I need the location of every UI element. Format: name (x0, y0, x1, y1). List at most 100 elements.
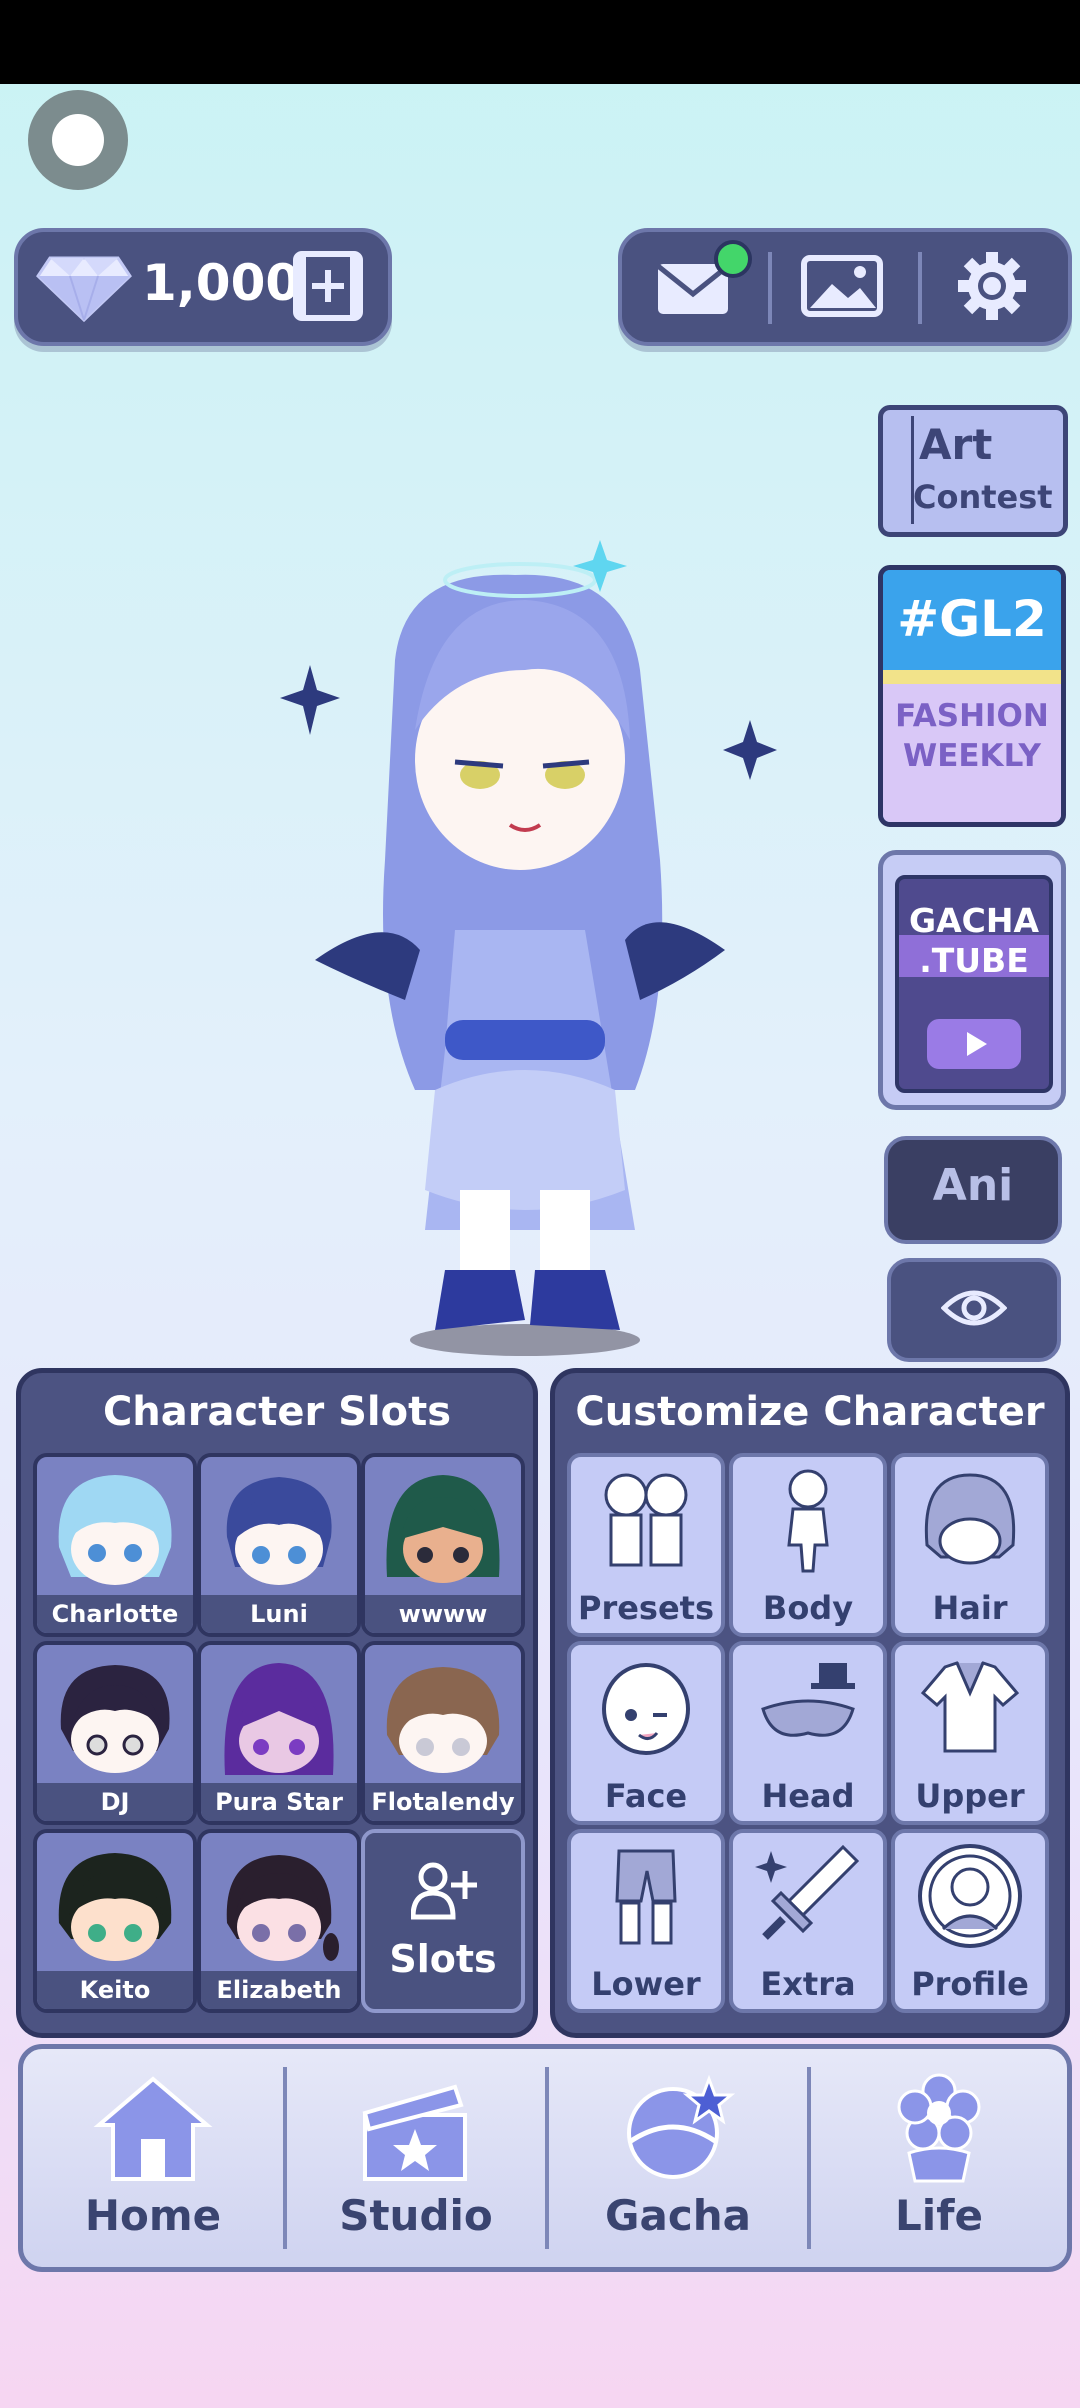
fashion-label: FASHION (895, 698, 1049, 734)
add-slots-button[interactable]: Slots (361, 1829, 525, 2013)
customize-hair-button[interactable]: Hair (891, 1453, 1049, 1637)
top-right-menu (618, 228, 1072, 346)
play-icon (927, 1019, 1021, 1069)
gl2-tag: #GL2 (897, 590, 1047, 648)
gallery-icon[interactable] (798, 250, 886, 322)
customize-lower-button[interactable]: Lower (567, 1829, 725, 2013)
status-bar (0, 0, 1080, 84)
fashion-weekly-button[interactable]: #GL2 FASHION WEEKLY (878, 565, 1066, 827)
character-avatar (58, 1853, 172, 1961)
home-icon (93, 2076, 213, 2181)
presets-icon (604, 1473, 688, 1567)
customize-title: Customize Character (575, 1389, 1045, 1435)
character-slots-title: Character Slots (102, 1389, 452, 1435)
sword-icon (755, 1844, 860, 1940)
pants-icon (615, 1849, 677, 1945)
divider (918, 252, 922, 324)
head-label: Head (761, 1777, 855, 1815)
eye-toggle-button[interactable] (887, 1258, 1061, 1362)
nav-life[interactable]: Life (811, 2049, 1067, 2267)
ani-label: Ani (932, 1160, 1014, 1211)
customize-character-panel: Customize Character Presets Body Hair Fa… (550, 1368, 1070, 2038)
add-video-icon[interactable] (292, 250, 364, 322)
art-contest-label-1: Art (919, 420, 993, 469)
nav-studio[interactable]: Studio (287, 2049, 545, 2267)
character-avatar (58, 1475, 172, 1585)
art-contest-label-2: Contest (913, 478, 1053, 516)
nav-home[interactable]: Home (23, 2049, 283, 2267)
slot-name: Luni (201, 1595, 357, 1633)
art-contest-button[interactable]: Art Contest (878, 405, 1068, 537)
slot-name: Flotalendy (365, 1783, 521, 1821)
shirt-icon (920, 1661, 1020, 1753)
ani-button[interactable]: Ani (884, 1136, 1062, 1244)
character-preview[interactable] (255, 530, 795, 1360)
character-slot[interactable]: Keito (33, 1829, 197, 2013)
gacha-label: GACHA (908, 901, 1039, 940)
nav-gacha[interactable]: Gacha (549, 2049, 807, 2267)
customize-extra-button[interactable]: Extra (729, 1829, 887, 2013)
slot-name: wwww (365, 1595, 521, 1633)
notebook-spine (889, 416, 914, 524)
card-stripe (883, 670, 1061, 684)
profile-label: Profile (911, 1965, 1029, 2003)
head-accessory-icon (761, 1663, 855, 1737)
slot-name: Charlotte (37, 1595, 193, 1633)
customize-head-button[interactable]: Head (729, 1641, 887, 1825)
profile-icon (918, 1844, 1022, 1948)
presets-label: Presets (577, 1589, 715, 1627)
body-icon (787, 1469, 829, 1573)
character-slots-panel: Character Slots Charlotte Luni wwww DJ P… (16, 1368, 538, 2038)
gem-amount: 1,000 (142, 254, 301, 312)
tube-label: .TUBE (919, 941, 1029, 980)
divider (768, 252, 772, 324)
notification-dot (714, 240, 752, 278)
character-avatar (226, 1855, 339, 1961)
character-slot[interactable]: Pura Star (197, 1641, 361, 1825)
upper-label: Upper (915, 1777, 1025, 1815)
phone-screen: GACHA .TUBE (895, 875, 1053, 1093)
character-avatar (386, 1667, 500, 1773)
eye-icon (941, 1290, 1007, 1326)
slot-name: Keito (37, 1971, 193, 2009)
clapperboard-icon (362, 2084, 467, 2181)
slot-name: Elizabeth (201, 1971, 357, 2009)
character-slot[interactable]: Elizabeth (197, 1829, 361, 2013)
add-person-icon (411, 1862, 477, 1920)
character-avatar (226, 1477, 332, 1585)
character-slot[interactable]: Charlotte (33, 1453, 197, 1637)
extra-label: Extra (760, 1965, 856, 2003)
flower-icon (897, 2073, 981, 2183)
weekly-label: WEEKLY (903, 738, 1041, 774)
character-avatar (224, 1663, 334, 1775)
hair-icon (924, 1473, 1016, 1565)
slot-name: Pura Star (201, 1783, 357, 1821)
character-slot[interactable]: Luni (197, 1453, 361, 1637)
add-slots-label: Slots (389, 1937, 497, 1981)
face-icon (602, 1663, 690, 1755)
customize-profile-button[interactable]: Profile (891, 1829, 1049, 2013)
studio-label: Studio (339, 2191, 493, 2240)
slot-name: DJ Phantom (37, 1783, 193, 1821)
gacha-capsule-icon (627, 2074, 736, 2179)
gacha-label: Gacha (605, 2191, 751, 2240)
customize-presets-button[interactable]: Presets (567, 1453, 725, 1637)
diamond-icon (36, 256, 132, 323)
screen-record-button[interactable] (28, 90, 128, 190)
customize-face-button[interactable]: Face (567, 1641, 725, 1825)
character-slot[interactable]: DJ Phantom (33, 1641, 197, 1825)
bottom-nav: Home Studio Gacha Life (18, 2044, 1072, 2272)
customize-body-button[interactable]: Body (729, 1453, 887, 1637)
gear-icon[interactable] (948, 250, 1036, 322)
character-slot[interactable]: wwww (361, 1453, 525, 1637)
character-slot[interactable]: Flotalendy (361, 1641, 525, 1825)
hair-label: Hair (932, 1589, 1008, 1627)
customize-upper-button[interactable]: Upper (891, 1641, 1049, 1825)
life-label: Life (895, 2191, 983, 2240)
face-label: Face (604, 1777, 688, 1815)
gacha-tube-button[interactable]: GACHA .TUBE (878, 850, 1066, 1110)
lower-label: Lower (591, 1965, 701, 2003)
character-avatar (386, 1475, 500, 1583)
gem-counter[interactable]: 1,000 (14, 228, 392, 346)
body-label: Body (762, 1589, 854, 1627)
